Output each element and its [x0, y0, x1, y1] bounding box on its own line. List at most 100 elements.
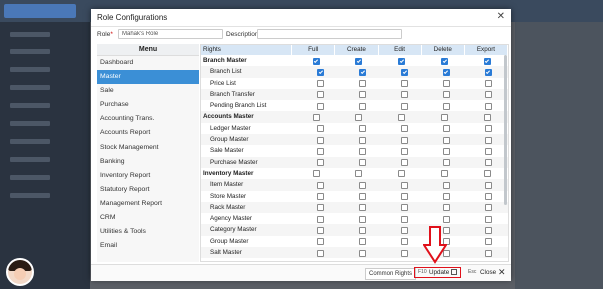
permission-checkbox[interactable]: [317, 102, 325, 110]
permission-checkbox[interactable]: [485, 147, 493, 155]
permission-checkbox[interactable]: [317, 125, 325, 133]
permission-checkbox[interactable]: [401, 80, 409, 88]
close-button[interactable]: Close: [480, 268, 496, 277]
permission-checkbox[interactable]: [401, 181, 409, 189]
permission-checkbox[interactable]: [359, 159, 367, 167]
permission-checkbox[interactable]: [359, 226, 367, 234]
permission-checkbox[interactable]: [485, 125, 493, 133]
permission-checkbox[interactable]: [317, 238, 325, 246]
menu-item[interactable]: Purchase: [97, 98, 199, 112]
permission-checkbox[interactable]: [401, 204, 409, 212]
permission-checkbox[interactable]: [443, 193, 451, 201]
permission-checkbox[interactable]: [485, 91, 493, 99]
permission-checkbox[interactable]: [359, 238, 367, 246]
menu-item[interactable]: Accounting Trans.: [97, 112, 199, 126]
permission-checkbox[interactable]: [317, 80, 325, 88]
permission-checkbox[interactable]: [317, 226, 325, 234]
permission-checkbox[interactable]: [443, 91, 451, 99]
menu-item[interactable]: Statutory Report: [97, 183, 199, 197]
permission-checkbox[interactable]: [359, 136, 367, 144]
permission-checkbox[interactable]: [443, 147, 451, 155]
permission-checkbox[interactable]: [485, 68, 493, 76]
permission-checkbox[interactable]: [443, 125, 451, 133]
menu-item[interactable]: Inventory Report: [97, 169, 199, 183]
permission-checkbox[interactable]: [401, 193, 409, 201]
permission-checkbox[interactable]: [441, 57, 449, 65]
permission-checkbox[interactable]: [485, 102, 493, 110]
permission-checkbox[interactable]: [443, 80, 451, 88]
permission-checkbox[interactable]: [401, 147, 409, 155]
permission-checkbox[interactable]: [359, 204, 367, 212]
menu-item[interactable]: Sale: [97, 84, 199, 98]
permission-checkbox[interactable]: [359, 125, 367, 133]
permission-checkbox[interactable]: [359, 80, 367, 88]
permission-checkbox[interactable]: [317, 136, 325, 144]
permission-checkbox[interactable]: [485, 204, 493, 212]
permission-checkbox[interactable]: [401, 238, 409, 246]
permission-checkbox[interactable]: [441, 170, 449, 178]
permission-checkbox[interactable]: [355, 113, 363, 121]
close-icon[interactable]: ✕: [497, 12, 505, 22]
menu-item[interactable]: Dashboard: [97, 56, 199, 70]
update-button[interactable]: Update: [429, 268, 449, 277]
permission-checkbox[interactable]: [401, 226, 409, 234]
menu-item[interactable]: Email: [97, 239, 199, 253]
permission-checkbox[interactable]: [355, 57, 363, 65]
avatar[interactable]: [6, 258, 34, 286]
save-icon[interactable]: [451, 269, 457, 275]
permission-checkbox[interactable]: [485, 249, 493, 257]
menu-item[interactable]: Utilities & Tools: [97, 225, 199, 239]
permission-checkbox[interactable]: [312, 57, 320, 65]
permission-checkbox[interactable]: [317, 68, 325, 76]
permission-checkbox[interactable]: [485, 181, 493, 189]
permission-checkbox[interactable]: [317, 193, 325, 201]
permission-checkbox[interactable]: [443, 102, 451, 110]
permission-checkbox[interactable]: [359, 181, 367, 189]
permission-checkbox[interactable]: [484, 57, 492, 65]
menu-item[interactable]: Management Report: [97, 197, 199, 211]
permission-checkbox[interactable]: [317, 181, 325, 189]
permission-checkbox[interactable]: [317, 204, 325, 212]
permission-checkbox[interactable]: [401, 125, 409, 133]
permission-checkbox[interactable]: [401, 68, 409, 76]
permission-checkbox[interactable]: [401, 215, 409, 223]
menu-item[interactable]: Banking: [97, 155, 199, 169]
permission-checkbox[interactable]: [401, 91, 409, 99]
permission-checkbox[interactable]: [443, 159, 451, 167]
menu-item[interactable]: Master: [97, 70, 199, 85]
permission-checkbox[interactable]: [443, 181, 451, 189]
permission-checkbox[interactable]: [401, 159, 409, 167]
permission-checkbox[interactable]: [484, 113, 492, 121]
permission-checkbox[interactable]: [443, 215, 451, 223]
description-input[interactable]: [257, 29, 402, 39]
permission-checkbox[interactable]: [485, 136, 493, 144]
permission-checkbox[interactable]: [317, 159, 325, 167]
permission-checkbox[interactable]: [312, 170, 320, 178]
permission-checkbox[interactable]: [359, 102, 367, 110]
permission-checkbox[interactable]: [359, 215, 367, 223]
menu-item[interactable]: CRM: [97, 211, 199, 225]
permission-checkbox[interactable]: [485, 238, 493, 246]
permission-checkbox[interactable]: [359, 249, 367, 257]
permission-checkbox[interactable]: [485, 80, 493, 88]
permission-checkbox[interactable]: [485, 226, 493, 234]
permission-checkbox[interactable]: [359, 147, 367, 155]
permission-checkbox[interactable]: [441, 113, 449, 121]
permission-checkbox[interactable]: [401, 249, 409, 257]
permission-checkbox[interactable]: [355, 170, 363, 178]
permission-checkbox[interactable]: [317, 91, 325, 99]
permission-checkbox[interactable]: [443, 136, 451, 144]
permission-checkbox[interactable]: [398, 113, 406, 121]
permission-checkbox[interactable]: [317, 215, 325, 223]
permission-checkbox[interactable]: [484, 170, 492, 178]
common-rights-button[interactable]: Common Rights: [365, 268, 417, 280]
permission-checkbox[interactable]: [485, 215, 493, 223]
permission-checkbox[interactable]: [485, 193, 493, 201]
permission-checkbox[interactable]: [359, 91, 367, 99]
permission-checkbox[interactable]: [443, 68, 451, 76]
permission-checkbox[interactable]: [312, 113, 320, 121]
permission-checkbox[interactable]: [398, 170, 406, 178]
permission-checkbox[interactable]: [398, 57, 406, 65]
permission-checkbox[interactable]: [485, 159, 493, 167]
menu-item[interactable]: Accounts Report: [97, 126, 199, 140]
